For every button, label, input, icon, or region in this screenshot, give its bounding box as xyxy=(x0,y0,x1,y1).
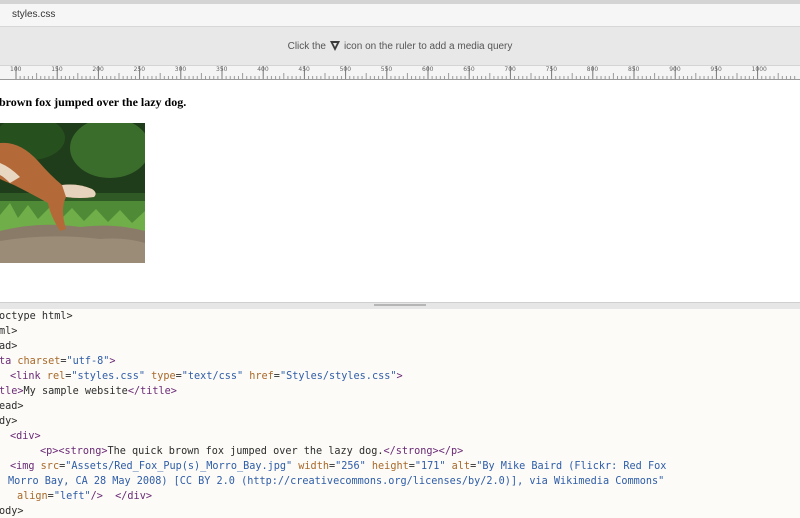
code-line[interactable]: ody> xyxy=(0,504,24,518)
live-view-pane[interactable]: brown fox jumped over the lazy dog. xyxy=(0,80,800,302)
fox-photo xyxy=(0,123,145,263)
ruler-label: 550 xyxy=(380,66,393,73)
ruler-label: 150 xyxy=(51,66,63,73)
media-query-hint-after: icon on the ruler to add a media query xyxy=(343,40,513,52)
code-line[interactable]: ead> xyxy=(0,399,24,414)
code-line[interactable]: dy> xyxy=(0,414,17,429)
code-line[interactable]: ad> xyxy=(0,339,17,354)
css-ruler[interactable]: 100 150 200 250 300 350 400 450 500 550 600 650 700 7… xyxy=(0,66,800,80)
code-line[interactable]: tle>My sample website</title> xyxy=(0,384,177,399)
ruler-label: 200 xyxy=(92,66,104,73)
preview-heading: brown fox jumped over the lazy dog. xyxy=(0,95,187,109)
ruler-label: 600 xyxy=(422,66,434,73)
related-file-tab-styles-css[interactable]: styles.css xyxy=(12,9,55,20)
media-query-hint-before: Click the xyxy=(287,40,326,52)
ruler-label: 700 xyxy=(504,66,516,73)
ruler-label: 1000 xyxy=(751,66,767,73)
code-line[interactable]: <img src="Assets/Red_Fox_Pup(s)_Morro_Ba… xyxy=(10,459,666,474)
ruler-label: 950 xyxy=(710,66,722,73)
ruler-label: 650 xyxy=(463,66,475,73)
code-line[interactable]: Morro Bay, CA 28 May 2008) [CC BY 2.0 (h… xyxy=(8,474,664,489)
media-query-triangle-icon xyxy=(329,41,340,51)
ruler-label: 750 xyxy=(545,66,558,73)
ruler-label: 300 xyxy=(174,66,187,73)
media-query-bar[interactable]: Click the icon on the ruler to add a med… xyxy=(0,27,800,66)
code-line[interactable]: ml> xyxy=(0,324,17,339)
code-line[interactable]: <p><strong>The quick brown fox jumped ov… xyxy=(40,444,463,459)
ruler-label: 450 xyxy=(298,66,310,73)
code-editor[interactable]: octype html> ml> ad> ta charset="utf-8">… xyxy=(0,309,800,518)
ruler-label: 800 xyxy=(586,66,599,73)
code-line[interactable]: <link rel="styles.css" type="text/css" h… xyxy=(10,369,403,384)
ruler-label: 100 xyxy=(10,66,22,73)
ruler-label: 500 xyxy=(339,66,352,73)
divider-grip[interactable] xyxy=(374,304,426,306)
ruler-label: 350 xyxy=(216,66,228,73)
code-line[interactable]: octype html> xyxy=(0,309,73,324)
code-line[interactable]: ta charset="utf-8"> xyxy=(0,354,116,369)
code-line[interactable]: align="left"/> </div> xyxy=(17,489,152,504)
preview-fox-image[interactable] xyxy=(0,123,145,263)
related-files-bar: styles.css xyxy=(0,4,800,27)
ruler-label: 900 xyxy=(669,66,681,73)
ruler-label: 400 xyxy=(257,66,269,73)
code-line[interactable]: <div> xyxy=(10,429,41,444)
ruler-label: 250 xyxy=(133,66,146,73)
ruler-label: 850 xyxy=(628,66,640,73)
